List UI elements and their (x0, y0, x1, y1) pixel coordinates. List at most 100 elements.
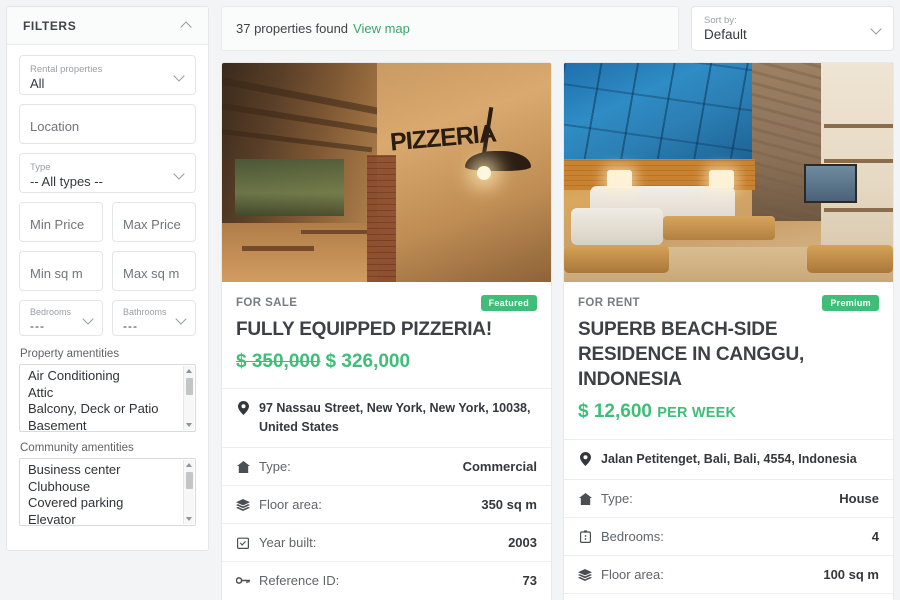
list-item[interactable]: Elevator (28, 512, 195, 525)
villa-living-room-photo[interactable] (564, 63, 893, 282)
property-amenities-scrollbar[interactable] (183, 366, 194, 430)
detail-row: Bathrooms: 4 (564, 594, 893, 600)
property-search-page: FILTERS Rental properties All Location T… (0, 0, 900, 600)
list-item[interactable]: Covered parking (28, 495, 195, 512)
type-label: Type (30, 161, 51, 173)
rental-properties-select[interactable]: Rental properties All (19, 55, 196, 95)
detail-value: 350 sq m (481, 497, 537, 512)
detail-key: Bedrooms: (601, 529, 664, 544)
filters-header[interactable]: FILTERS (7, 7, 208, 45)
current-price: $ 326,000 (325, 351, 411, 372)
detail-value: Commercial (462, 459, 537, 474)
card-header: FOR RENT Premium SUPERB BEACH-SIDE RESID… (564, 282, 893, 439)
detail-row: Reference ID: 73 (222, 562, 551, 599)
min-sqm-input[interactable]: Min sq m (19, 251, 103, 291)
map-pin-icon (236, 400, 250, 415)
bed-icon (578, 529, 592, 544)
map-pin-icon (578, 451, 592, 466)
type-value: -- All types -- (30, 173, 103, 189)
community-amenities-listbox[interactable]: Business center Clubhouse Covered parkin… (19, 458, 196, 526)
property-amenities-listbox[interactable]: Air Conditioning Attic Balcony, Deck or … (19, 364, 196, 432)
status-row: FOR RENT Premium (578, 295, 879, 311)
community-amenities-label: Community amentities (20, 442, 134, 454)
listing-status: FOR RENT (578, 297, 640, 309)
price-range-row: Min Price Max Price (19, 202, 196, 251)
chevron-down-icon[interactable] (174, 169, 185, 180)
property-card[interactable]: FOR RENT Premium SUPERB BEACH-SIDE RESID… (563, 62, 894, 600)
address-row: 97 Nassau Street, New York, New York, 10… (222, 389, 551, 448)
rental-properties-label: Rental properties (30, 63, 103, 75)
bedrooms-select[interactable]: Bedrooms --- (19, 300, 103, 336)
status-row: FOR SALE Featured (236, 295, 537, 311)
chevron-down-icon[interactable] (83, 314, 94, 325)
detail-row: Floor area: 100 sq m (564, 556, 893, 594)
list-item[interactable]: Air Conditioning (28, 368, 195, 385)
max-sqm-input[interactable]: Max sq m (112, 251, 196, 291)
detail-value: House (839, 491, 879, 506)
scroll-up-icon[interactable] (186, 369, 192, 373)
results-count-text: 37 properties found (236, 21, 349, 36)
list-item[interactable]: Business center (28, 462, 195, 479)
address-text: Jalan Petitenget, Bali, Bali, 4554, Indo… (601, 452, 857, 466)
layers-icon (236, 497, 250, 512)
sort-by-select[interactable]: Sort by: Default (691, 6, 894, 51)
min-sqm-placeholder: Min sq m (30, 265, 83, 281)
type-select[interactable]: Type -- All types -- (19, 153, 196, 193)
sort-by-value: Default (704, 27, 747, 42)
scroll-up-icon[interactable] (186, 463, 192, 467)
property-title[interactable]: FULLY EQUIPPED PIZZERIA! (236, 317, 537, 342)
max-price-placeholder: Max Price (123, 216, 181, 232)
scroll-down-icon[interactable] (186, 517, 192, 521)
detail-value: 4 (871, 529, 879, 544)
view-map-link[interactable]: View map (353, 21, 410, 36)
list-item[interactable]: Clubhouse (28, 479, 195, 496)
detail-value: 73 (522, 573, 537, 588)
property-card-list: PIZZERIA FOR SALE Featured FULLY EQUIPPE… (221, 62, 894, 600)
list-item[interactable]: Balcony, Deck or Patio (28, 401, 195, 418)
price-row: $ 350,000 $ 326,000 (236, 350, 537, 388)
list-item[interactable]: Attic (28, 385, 195, 402)
property-title[interactable]: SUPERB BEACH-SIDE RESIDENCE IN CANGGU, I… (578, 317, 879, 392)
scroll-down-icon[interactable] (186, 423, 192, 427)
original-price: $ 350,000 (236, 351, 321, 372)
scrollbar-thumb[interactable] (186, 472, 193, 489)
address-row: Jalan Petitenget, Bali, Bali, 4554, Indo… (564, 440, 893, 480)
chevron-down-icon[interactable] (871, 24, 882, 35)
detail-row: Bedrooms: 4 (564, 518, 893, 556)
detail-row: Type: House (564, 480, 893, 518)
detail-key: Year built: (259, 535, 317, 550)
location-placeholder: Location (30, 118, 80, 134)
max-sqm-placeholder: Max sq m (123, 265, 180, 281)
chevron-down-icon[interactable] (176, 314, 187, 325)
calendar-icon (236, 535, 250, 550)
results-area: 37 properties found View map Sort by: De… (221, 6, 900, 600)
detail-key: Floor area: (259, 497, 322, 512)
detail-value: 100 sq m (823, 567, 879, 582)
filters-sidebar: FILTERS Rental properties All Location T… (6, 6, 209, 551)
list-item[interactable]: Basement (28, 418, 195, 431)
location-input[interactable]: Location (19, 104, 196, 144)
bathrooms-select[interactable]: Bathrooms --- (112, 300, 196, 336)
rental-properties-value: All (30, 75, 45, 91)
scrollbar-thumb[interactable] (186, 378, 193, 395)
min-price-input[interactable]: Min Price (19, 202, 103, 242)
detail-key: Type: (259, 459, 291, 474)
property-card[interactable]: PIZZERIA FOR SALE Featured FULLY EQUIPPE… (221, 62, 552, 600)
status-badge: Premium (822, 295, 879, 311)
results-toolbar: 37 properties found View map Sort by: De… (221, 6, 894, 51)
pizzeria-interior-photo[interactable]: PIZZERIA (222, 63, 551, 282)
detail-key: Floor area: (601, 567, 664, 582)
min-price-placeholder: Min Price (30, 216, 85, 232)
price-row: $ 12,600 PER WEEK (578, 400, 879, 439)
home-icon (578, 491, 592, 506)
max-price-input[interactable]: Max Price (112, 202, 196, 242)
results-count-bar: 37 properties found View map (221, 6, 679, 51)
home-icon (236, 459, 250, 474)
detail-row: Year built: 2003 (222, 524, 551, 562)
layers-icon (578, 567, 592, 582)
detail-row: Type: Commercial (222, 448, 551, 486)
chevron-down-icon[interactable] (174, 71, 185, 82)
community-amenities-scrollbar[interactable] (183, 460, 194, 524)
chevron-up-icon[interactable] (181, 20, 192, 31)
detail-value: 2003 (508, 535, 537, 550)
